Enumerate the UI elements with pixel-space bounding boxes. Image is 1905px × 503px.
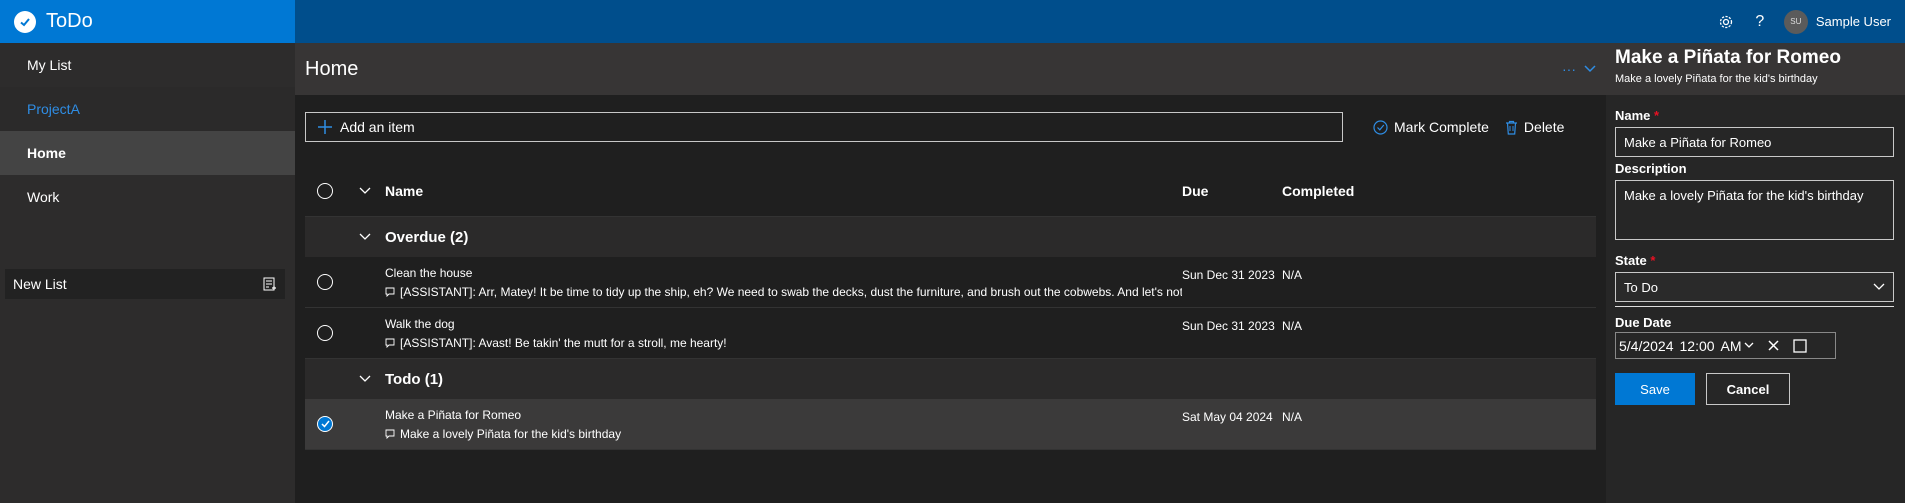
description-field[interactable]: Make a lovely Piñata for the kid's birth… <box>1615 180 1894 240</box>
note-icon <box>385 429 395 439</box>
new-list-button[interactable]: New List <box>5 269 285 299</box>
item-checkbox-checked[interactable] <box>317 416 333 432</box>
due-date-label: Due Date <box>1615 315 1672 330</box>
settings-gear-icon[interactable] <box>1716 12 1736 32</box>
column-header-completed[interactable]: Completed <box>1282 183 1392 199</box>
item-due: Sun Dec 31 2023 <box>1182 319 1275 333</box>
todo-list: Name Due Completed Overdue (2) Clean the… <box>305 166 1596 450</box>
table-row[interactable]: Clean the house [ASSISTANT]: Arr, Matey!… <box>305 257 1596 308</box>
new-list-label: New List <box>13 276 67 292</box>
list-toolbar: Add an item Mark Complete Delete <box>305 111 1596 143</box>
add-item-placeholder: Add an item <box>340 119 415 135</box>
chevron-down-icon[interactable] <box>1744 342 1754 349</box>
sidebar: My List ProjectA Home Work New List <box>0 43 295 503</box>
due-ampm-value[interactable]: AM <box>1721 338 1742 354</box>
item-checkbox[interactable] <box>317 274 333 290</box>
item-name: Make a Piñata for Romeo <box>385 407 522 422</box>
state-select[interactable]: To Do <box>1615 272 1894 302</box>
panel-header: Make a Piñata for Romeo Make a lovely Pi… <box>1606 43 1905 95</box>
column-header-name[interactable]: Name <box>385 183 1182 199</box>
help-icon[interactable]: ? <box>1750 12 1770 32</box>
chevron-down-icon[interactable] <box>345 375 385 383</box>
page-title: Home <box>305 57 359 80</box>
delete-label: Delete <box>1523 119 1565 135</box>
table-row-selected[interactable]: Make a Piñata for Romeo Make a lovely Pi… <box>305 399 1596 450</box>
table-row[interactable]: Walk the dog [ASSISTANT]: Avast! Be taki… <box>305 308 1596 359</box>
divider <box>1615 306 1894 307</box>
cancel-button[interactable]: Cancel <box>1706 373 1790 405</box>
top-bar: ToDo ? SU Sample User <box>0 0 1905 43</box>
due-date-value[interactable]: 5/4/2024 <box>1619 338 1674 354</box>
item-completed: N/A <box>1282 410 1303 424</box>
group-header-todo[interactable]: Todo (1) <box>305 359 1596 399</box>
mark-complete-label: Mark Complete <box>1394 119 1489 135</box>
item-name: Walk the dog <box>385 316 455 331</box>
sidebar-item-label: My List <box>27 57 72 73</box>
item-completed: N/A <box>1282 268 1303 282</box>
user-name[interactable]: Sample User <box>1816 14 1891 29</box>
sidebar-item-work[interactable]: Work <box>0 175 295 219</box>
select-all-checkbox[interactable] <box>317 183 333 199</box>
add-list-icon <box>263 277 277 291</box>
group-label: Todo (1) <box>385 370 444 388</box>
delete-button[interactable]: Delete <box>1505 119 1564 135</box>
due-time-value[interactable]: 12:00 <box>1680 338 1715 354</box>
more-options-button[interactable]: ··· <box>1562 61 1596 77</box>
list-header-row: Name Due Completed <box>305 166 1596 217</box>
collapse-all-chevron-icon[interactable] <box>345 187 385 195</box>
item-note: [ASSISTANT]: Arr, Matey! It be time to t… <box>400 284 1182 299</box>
item-note: [ASSISTANT]: Avast! Be takin' the mutt f… <box>400 335 727 350</box>
state-value: To Do <box>1624 279 1658 295</box>
chevron-down-icon <box>1584 65 1596 73</box>
group-label: Overdue (2) <box>385 228 469 246</box>
note-icon <box>385 338 395 348</box>
chevron-down-icon <box>1873 283 1885 291</box>
main-content: Home ··· Add an item Mark Complete Delet… <box>295 43 1606 503</box>
check-circle-icon <box>1373 119 1388 135</box>
sidebar-item-label: Home <box>27 145 66 161</box>
clear-date-close-icon[interactable] <box>1768 340 1779 351</box>
app-logo-icon <box>14 10 36 33</box>
calendar-icon[interactable] <box>1792 338 1807 353</box>
sidebar-item-project-a[interactable]: ProjectA <box>0 87 295 131</box>
sidebar-item-label: Work <box>27 189 60 205</box>
ellipsis-icon: ··· <box>1562 61 1576 77</box>
save-button[interactable]: Save <box>1615 373 1695 405</box>
sidebar-item-my-list[interactable]: My List <box>0 43 295 87</box>
item-due: Sat May 04 2024 <box>1182 410 1273 424</box>
item-completed: N/A <box>1282 319 1303 333</box>
due-date-picker[interactable]: 5/4/2024 12:00 AM <box>1615 332 1836 359</box>
item-due: Sun Dec 31 2023 <box>1182 268 1275 282</box>
item-note: Make a lovely Piñata for the kid's birth… <box>400 426 622 441</box>
description-label: Description <box>1615 161 1687 176</box>
page-header: Home ··· <box>295 43 1606 95</box>
plus-icon <box>318 120 332 134</box>
column-header-due[interactable]: Due <box>1182 183 1282 199</box>
sidebar-item-label: ProjectA <box>27 101 80 117</box>
avatar[interactable]: SU <box>1783 9 1808 34</box>
state-label: State * <box>1615 253 1656 268</box>
app-brand[interactable]: ToDo <box>0 0 295 43</box>
chevron-down-icon[interactable] <box>345 233 385 241</box>
mark-complete-button[interactable]: Mark Complete <box>1373 119 1489 135</box>
item-name: Clean the house <box>385 265 473 280</box>
name-label: Name * <box>1615 108 1660 123</box>
trash-icon <box>1505 120 1518 135</box>
note-icon <box>385 287 395 297</box>
panel-subtitle: Make a lovely Piñata for the kid's birth… <box>1615 73 1818 85</box>
detail-panel: Make a Piñata for Romeo Make a lovely Pi… <box>1606 43 1905 503</box>
group-header-overdue[interactable]: Overdue (2) <box>305 217 1596 257</box>
add-item-input[interactable]: Add an item <box>305 112 1343 142</box>
item-checkbox[interactable] <box>317 325 333 341</box>
app-title: ToDo <box>46 10 93 32</box>
panel-title: Make a Piñata for Romeo <box>1615 47 1841 68</box>
name-field[interactable]: Make a Piñata for Romeo <box>1615 127 1894 157</box>
sidebar-item-home[interactable]: Home <box>0 131 295 175</box>
